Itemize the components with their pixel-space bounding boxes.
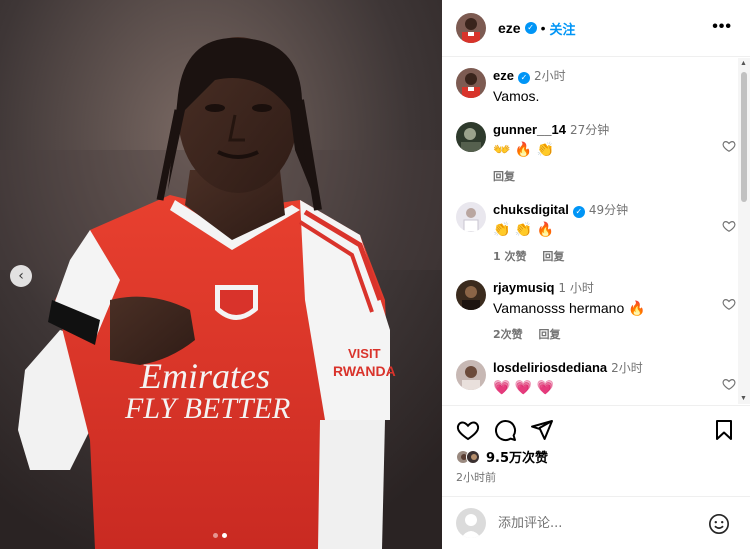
- sleeve-text-line1: VISIT: [348, 346, 381, 361]
- comment-time: 2小时: [611, 361, 643, 375]
- follow-button[interactable]: 关注: [549, 19, 575, 38]
- post-timestamp: 2小时前: [456, 471, 496, 484]
- verified-badge-icon: ✓: [572, 206, 585, 218]
- comment-time: 27分钟: [569, 123, 610, 137]
- scrollbar-thumb[interactable]: [741, 72, 747, 202]
- caption-text: Vamos.: [493, 88, 540, 104]
- verified-badge-icon: ✓: [517, 72, 530, 84]
- carousel-dots: [213, 533, 227, 538]
- post-header: eze ✓ • 关注 •••: [442, 0, 750, 57]
- comment-time: 49分钟: [588, 203, 629, 217]
- avatar[interactable]: [456, 13, 486, 43]
- like-heart-icon[interactable]: [456, 418, 480, 442]
- prev-slide-button[interactable]: ‹: [10, 265, 32, 287]
- heart-icon[interactable]: [722, 139, 736, 153]
- reply-button[interactable]: 回复: [539, 328, 561, 341]
- heart-icon[interactable]: [722, 297, 736, 311]
- post-actions-bar: [442, 405, 750, 449]
- more-options-button[interactable]: •••: [712, 18, 732, 36]
- comment-input[interactable]: [498, 515, 698, 531]
- caption-username[interactable]: eze: [493, 68, 514, 83]
- carousel-dot: [213, 533, 218, 538]
- comment-username[interactable]: chuksdigital: [493, 202, 569, 217]
- emoji-icon[interactable]: [708, 513, 730, 535]
- comment-username[interactable]: rjaymusiq: [493, 280, 554, 295]
- reply-button[interactable]: 回复: [542, 250, 564, 263]
- post-photo[interactable]: Emirates FLY BETTER VISIT RWANDA ‹: [0, 0, 442, 549]
- comment-time: 1 小时: [558, 281, 594, 295]
- avatar[interactable]: [456, 122, 486, 152]
- player-illustration: Emirates FLY BETTER VISIT RWANDA: [0, 0, 442, 549]
- post-panel: eze ✓ • 关注 ••• eze ✓ 2小时 Vamos. gunner__…: [442, 0, 750, 549]
- shirt-sponsor-subtext: FLY BETTER: [124, 392, 290, 425]
- like-count[interactable]: 9.5万次赞: [486, 447, 548, 466]
- caption-time: 2小时: [533, 69, 566, 83]
- comment-text: 👏 👏 🔥: [493, 222, 555, 238]
- comments-list[interactable]: eze ✓ 2小时 Vamos. gunner__14 27分钟 👐 🔥 👏 回复: [442, 58, 738, 404]
- comment-username[interactable]: gunner__14: [493, 122, 566, 137]
- comment-username[interactable]: losdeliriosdediana: [493, 360, 607, 375]
- avatar[interactable]: [456, 68, 486, 98]
- heart-icon[interactable]: [722, 377, 736, 391]
- scroll-up-icon[interactable]: ▲: [740, 60, 747, 67]
- avatar[interactable]: [456, 360, 486, 390]
- header-username[interactable]: eze: [498, 20, 521, 36]
- avatar: [466, 449, 480, 464]
- comment-bubble-icon[interactable]: [493, 418, 517, 442]
- comment-text: 👐 🔥 👏: [493, 142, 555, 158]
- current-user-avatar: [456, 508, 486, 538]
- bookmark-icon[interactable]: [712, 418, 736, 442]
- reply-button[interactable]: 回复: [493, 170, 515, 183]
- sleeve-text-line2: RWANDA: [333, 363, 396, 379]
- comment-like-count[interactable]: 2次赞: [493, 328, 523, 341]
- header-separator: •: [540, 20, 546, 36]
- chevron-left-icon: ‹: [18, 268, 24, 284]
- shirt-sponsor-text: Emirates: [139, 356, 270, 396]
- verified-badge-icon: ✓: [524, 22, 537, 34]
- comments-scrollbar[interactable]: ▲ ▼: [738, 58, 750, 404]
- comment-like-count[interactable]: 1 次赞: [493, 250, 526, 263]
- avatar[interactable]: [456, 280, 486, 310]
- carousel-dot-active: [222, 533, 227, 538]
- likes-row[interactable]: 9.5万次赞: [456, 447, 548, 466]
- avatar[interactable]: [456, 202, 486, 232]
- comment-text: 💗 💗 💗: [493, 380, 555, 396]
- add-comment-bar: [442, 496, 750, 549]
- share-send-icon[interactable]: [530, 418, 554, 442]
- heart-icon[interactable]: [722, 219, 736, 233]
- comment-text: Vamanosss hermano 🔥: [493, 300, 646, 316]
- scroll-down-icon[interactable]: ▼: [740, 395, 747, 402]
